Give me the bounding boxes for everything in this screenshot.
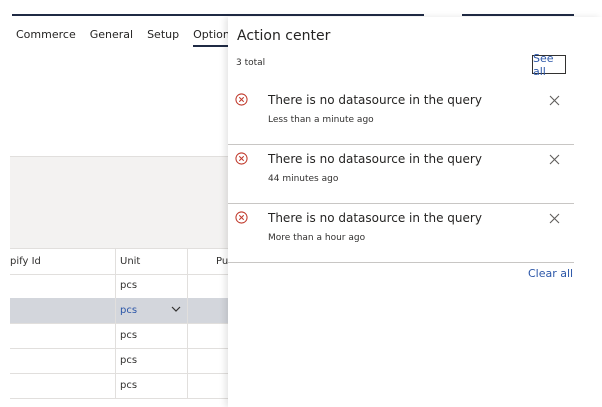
panel-title: Action center <box>237 28 331 44</box>
notification-item[interactable]: There is no datasource in the query 44 m… <box>228 144 574 204</box>
notification-item[interactable]: There is no datasource in the query Less… <box>228 85 574 145</box>
notification-message: There is no datasource in the query <box>268 211 482 225</box>
column-header-shopify-id[interactable]: pify Id <box>10 256 41 267</box>
notification-time: Less than a minute ago <box>268 115 374 125</box>
clear-all-link[interactable]: Clear all <box>528 267 573 280</box>
column-divider <box>115 298 116 323</box>
table-row-selected[interactable]: pcs <box>10 298 230 324</box>
column-divider <box>115 323 116 348</box>
unit-cell[interactable]: pcs <box>120 280 137 291</box>
notification-time: More than a hour ago <box>268 233 366 243</box>
see-all-button[interactable]: See all <box>532 52 566 78</box>
table-row[interactable]: pcs <box>10 373 230 399</box>
grid-header: pify Id Unit Pu <box>10 248 230 275</box>
header-bar-line <box>462 14 574 16</box>
column-divider <box>187 348 188 373</box>
notification-item[interactable]: There is no datasource in the query More… <box>228 203 574 263</box>
error-circle-icon <box>235 211 248 224</box>
table-row[interactable]: pcs <box>10 273 230 299</box>
column-divider <box>115 373 116 398</box>
menu-item-general[interactable]: General <box>90 28 133 41</box>
error-circle-icon <box>235 152 248 165</box>
error-circle-icon <box>235 93 248 106</box>
unit-cell[interactable]: pcs <box>120 330 137 341</box>
table-row[interactable]: pcs <box>10 348 230 374</box>
unit-cell[interactable]: pcs <box>120 380 137 391</box>
chevron-down-icon[interactable] <box>170 303 182 315</box>
close-icon[interactable] <box>549 95 560 106</box>
notification-message: There is no datasource in the query <box>268 152 482 166</box>
column-divider <box>187 249 188 274</box>
close-icon[interactable] <box>549 154 560 165</box>
table-row[interactable]: pcs <box>10 323 230 349</box>
column-divider <box>187 298 188 323</box>
column-divider <box>115 249 116 274</box>
menu-item-commerce[interactable]: Commerce <box>16 28 76 41</box>
column-divider <box>187 273 188 298</box>
column-header-purchase[interactable]: Pu <box>216 256 228 267</box>
column-divider <box>187 373 188 398</box>
form-section-background <box>10 156 230 249</box>
unit-cell[interactable]: pcs <box>120 355 137 366</box>
top-menu: Commerce General Setup Options <box>16 28 250 47</box>
action-center-panel: Action center 3 total See all There is n… <box>228 17 602 407</box>
notification-time: 44 minutes ago <box>268 174 339 184</box>
column-divider <box>187 323 188 348</box>
header-bar-line <box>12 14 424 16</box>
column-divider <box>115 273 116 298</box>
notification-count: 3 total <box>236 58 266 68</box>
column-header-unit[interactable]: Unit <box>120 256 140 267</box>
menu-item-setup[interactable]: Setup <box>147 28 179 41</box>
notification-message: There is no datasource in the query <box>268 93 482 107</box>
close-icon[interactable] <box>549 213 560 224</box>
unit-cell[interactable]: pcs <box>120 305 137 316</box>
column-divider <box>115 348 116 373</box>
